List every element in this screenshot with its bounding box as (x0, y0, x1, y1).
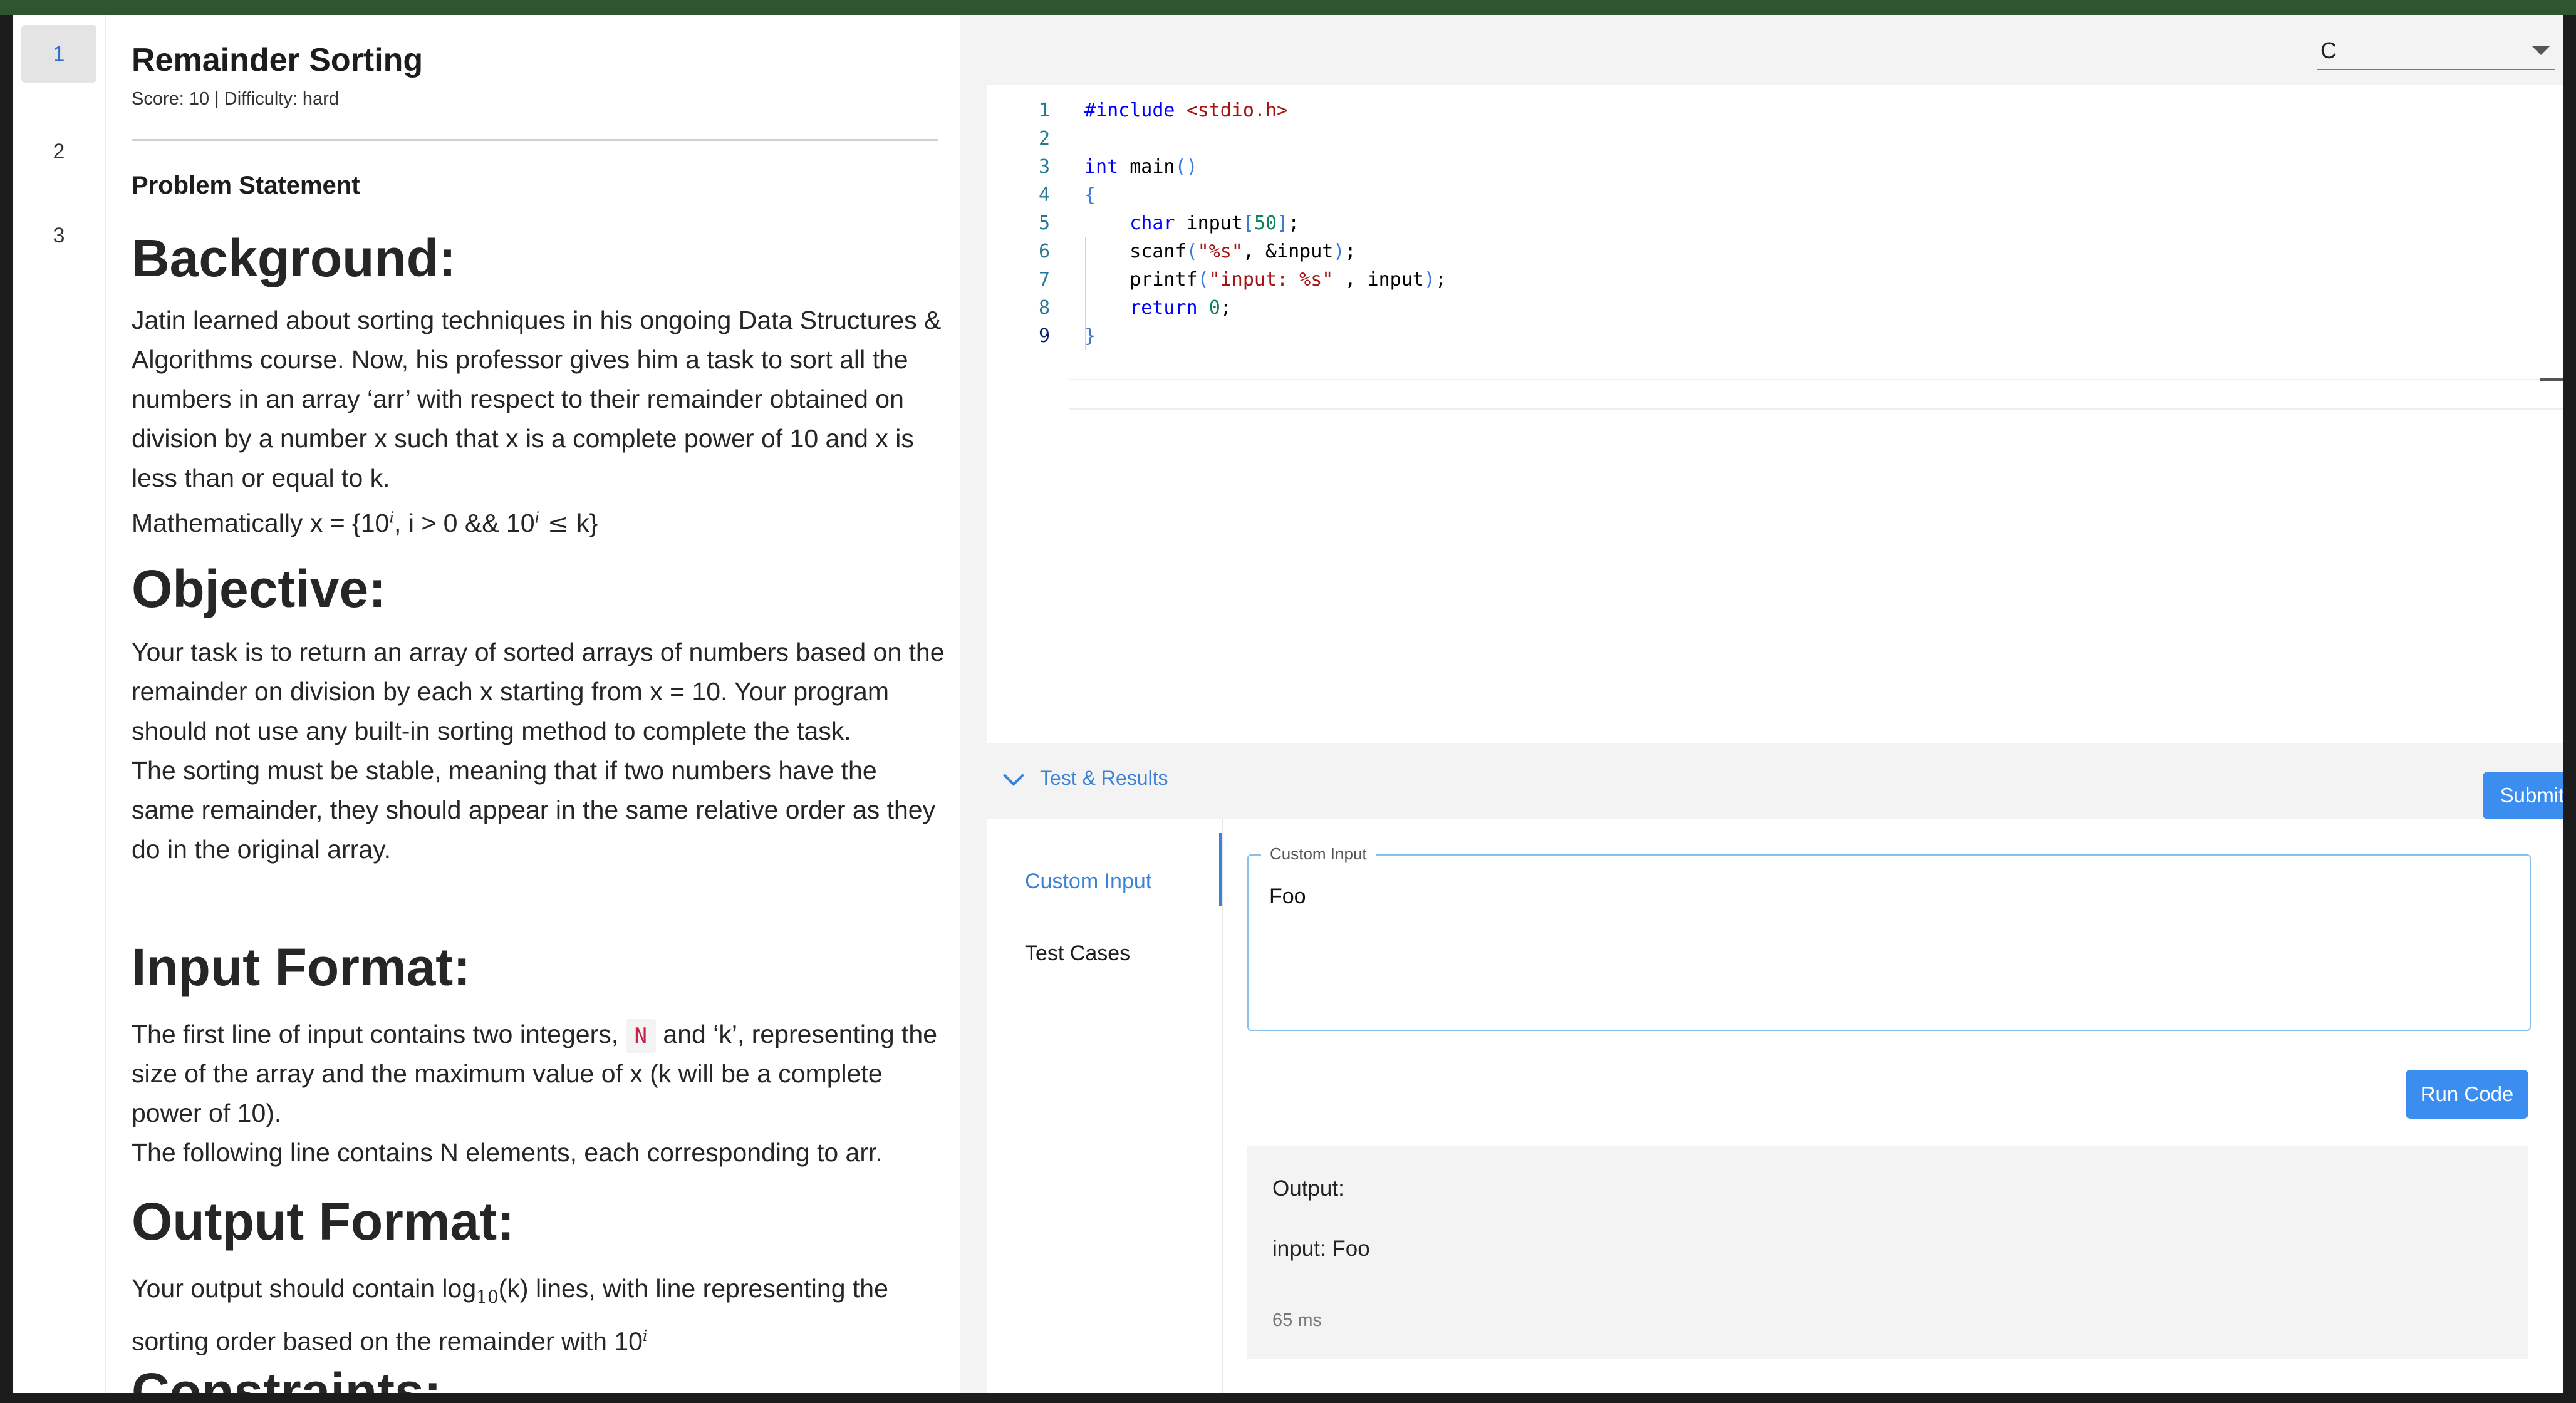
editor-panel: C 1 2 3 4 5 6 7 8 9 #include <stdio.h> i… (970, 15, 2563, 1393)
problem-title: Remainder Sorting (132, 42, 423, 78)
background-heading: Background: (132, 229, 457, 287)
line-number: 1 (1038, 100, 1050, 122)
scrollbar-marker[interactable] (2540, 378, 2563, 381)
app-window: 1 2 3 Remainder Sorting Score: 10 | Diff… (0, 0, 2576, 1403)
inline-code-n: N (625, 1019, 657, 1053)
code-line: printf("input: %s" , input); (1084, 269, 1446, 291)
objective-body-1: Your task is to return an array of sorte… (132, 638, 945, 745)
language-select-value: C (2320, 38, 2337, 63)
background-text: Jatin learned about sorting techniques i… (132, 301, 946, 544)
line-number: 7 (1038, 269, 1050, 291)
input-format-body-2: The following line contains N elements, … (132, 1138, 883, 1167)
question-3-button[interactable]: 3 (21, 207, 96, 264)
custom-input-value[interactable]: Foo (1269, 884, 1306, 909)
constraints-heading: Constraints: (132, 1362, 442, 1393)
line-number: 4 (1038, 184, 1050, 206)
code-line: return 0; (1130, 297, 1232, 319)
panel-splitter[interactable] (960, 15, 970, 1393)
output-label: Output: (1272, 1176, 1344, 1201)
output-value: input: Foo (1272, 1236, 1370, 1261)
line-number: 6 (1038, 241, 1050, 262)
tab-test-cases[interactable]: Test Cases (1025, 941, 1130, 966)
background-body: Jatin learned about sorting techniques i… (132, 306, 942, 492)
objective-body-2: The sorting must be stable, meaning that… (132, 756, 936, 864)
input-format-heading: Input Format: (132, 938, 471, 997)
objective-heading: Objective: (132, 559, 387, 618)
code-text[interactable]: #include <stdio.h> int main() { char inp… (1084, 96, 2563, 350)
question-nav: 1 2 3 (13, 15, 106, 1393)
input-format-text: The first line of input contains two int… (132, 1019, 938, 1167)
app-content: 1 2 3 Remainder Sorting Score: 10 | Diff… (13, 15, 2563, 1393)
line-number: 2 (1038, 128, 1050, 150)
active-tab-indicator (1219, 833, 1222, 906)
test-results-toggle[interactable]: Test & Results (1003, 764, 1168, 790)
custom-input-field[interactable]: Custom Input Foo (1247, 844, 2531, 1031)
problem-section-label: Problem Statement (132, 172, 360, 199)
submit-button[interactable]: Submit (2483, 772, 2563, 819)
chevron-down-icon (2532, 46, 2550, 55)
code-line: #include <stdio.h> (1084, 100, 1289, 122)
code-line: { (1084, 184, 1096, 206)
line-number: 5 (1038, 212, 1050, 234)
tab-custom-input[interactable]: Custom Input (1025, 869, 1151, 894)
window-bottom-bar (0, 1393, 2576, 1403)
question-2-button[interactable]: 2 (21, 123, 96, 180)
window-top-bar (0, 0, 2576, 15)
current-line-highlight (1069, 379, 2563, 410)
custom-input-legend: Custom Input (1261, 844, 1376, 864)
math-expression: Mathematically x = {10i, i > 0 && 10i ≤ … (132, 508, 598, 538)
code-line: scanf("%s", &input); (1084, 241, 1356, 262)
runtime-label: 65 ms (1272, 1310, 1322, 1330)
run-code-button[interactable]: Run Code (2406, 1070, 2528, 1119)
output-box: Output: input: Foo 65 ms (1247, 1146, 2528, 1359)
results-panel: Custom Input Test Cases Custom Input Foo… (987, 819, 2563, 1393)
language-select[interactable]: C (2317, 30, 2555, 70)
objective-text: Your task is to return an array of sorte… (132, 633, 946, 869)
line-number-gutter: 1 2 3 4 5 6 7 8 9 (987, 96, 1050, 350)
problem-meta: Score: 10 | Difficulty: hard (132, 89, 339, 109)
code-line: int main() (1084, 156, 1198, 178)
test-results-label: Test & Results (1040, 767, 1168, 789)
test-results-bar: Test & Results Submit (987, 743, 2563, 819)
code-editor[interactable]: 1 2 3 4 5 6 7 8 9 #include <stdio.h> int… (987, 85, 2563, 743)
divider (132, 139, 938, 141)
line-number: 8 (1038, 297, 1050, 319)
code-line: char input[50]; (1130, 212, 1300, 234)
problem-panel: Remainder Sorting Score: 10 | Difficulty… (132, 15, 958, 1393)
chevron-down-icon (1003, 764, 1024, 786)
question-1-button[interactable]: 1 (21, 25, 96, 83)
results-tabs: Custom Input Test Cases (987, 819, 1223, 1393)
line-number-current: 9 (1038, 325, 1050, 347)
line-number: 3 (1038, 156, 1050, 178)
code-line: } (1084, 325, 1096, 347)
output-format-text: Your output should contain log10(k) line… (132, 1274, 888, 1356)
output-format-heading: Output Format: (132, 1192, 515, 1251)
